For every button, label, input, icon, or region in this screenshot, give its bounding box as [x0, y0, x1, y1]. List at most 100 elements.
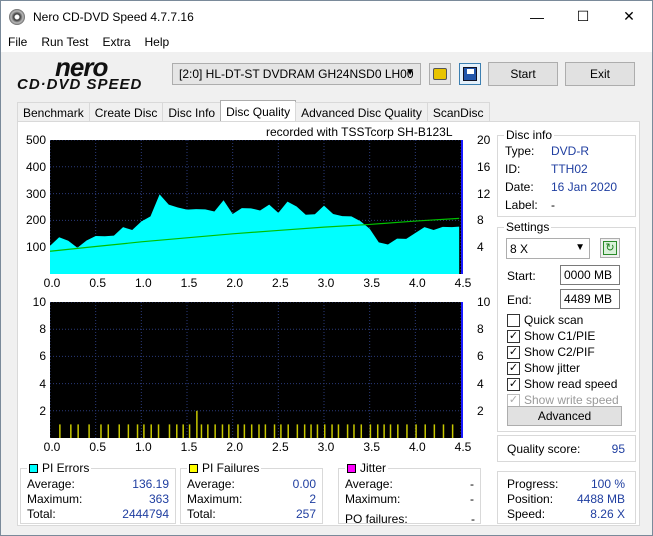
pi-failure-bar — [337, 424, 340, 438]
tab-disc-info[interactable]: Disc Info — [162, 102, 222, 122]
minimize-button[interactable]: — — [514, 1, 560, 32]
checkbox-show-c2-pif[interactable]: ✓ — [507, 346, 520, 359]
maximize-button[interactable]: ☐ — [560, 1, 606, 32]
close-button[interactable]: ✕ — [606, 1, 652, 32]
pi-failure-bar — [143, 424, 145, 438]
chevron-down-icon: ▼ — [405, 67, 415, 78]
pi-failure-bar — [433, 424, 436, 438]
disc-quality-panel: recorded with TSSTcorp SH-B123L 100 200 30… — [17, 121, 640, 526]
y-tick-label: 200 — [25, 213, 46, 228]
speed-value: 8 X — [510, 241, 529, 256]
menu-file[interactable]: File — [1, 35, 34, 49]
end-mb-input[interactable]: 4489 MB — [560, 289, 620, 309]
x-tick-label: 2.0 — [226, 440, 243, 454]
x-tick-label: 3.0 — [317, 276, 335, 290]
tab-scandisc[interactable]: ScanDisc — [426, 102, 490, 122]
pi-failure-bar — [273, 424, 276, 438]
pi-failures-total-label: Total: — [187, 507, 216, 521]
x-tick-label: 1.5 — [180, 440, 198, 454]
pi-failure-bar — [406, 424, 408, 438]
x-tick-label: 4.5 — [454, 440, 472, 454]
pi-errors-title: PI Errors — [42, 461, 90, 475]
pi-failure-bar — [389, 424, 392, 438]
checkbox-label: Show read speed — [524, 377, 618, 391]
x-tick-label: 2.0 — [226, 276, 243, 290]
pi-failure-bar — [221, 424, 224, 438]
drive-select[interactable]: [2:0] HL-DT-ST DVDRAM GH24NSD0 LH00 ▼ — [172, 63, 421, 85]
menu-help[interactable]: Help — [138, 35, 177, 49]
advanced-button[interactable]: Advanced — [507, 406, 622, 426]
pi-failure-bar — [258, 424, 260, 438]
pi-failure-bar — [196, 410, 198, 438]
refresh-speed-button[interactable]: ↻ — [600, 238, 620, 258]
x-tick-label: 1.5 — [180, 276, 198, 290]
start-button[interactable]: Start — [488, 62, 558, 86]
po-failures-value: - — [471, 512, 475, 526]
y-tick-label: 300 — [25, 186, 46, 201]
settings-title: Settings — [504, 220, 552, 234]
y2-tick-label: 2 — [477, 403, 484, 418]
eject-drive-button[interactable] — [429, 63, 451, 85]
menu-run-test[interactable]: Run Test — [34, 35, 95, 49]
pi-failure-bar — [264, 424, 267, 438]
x-tick-label: 2.5 — [271, 440, 289, 454]
pi-failure-bar — [88, 424, 90, 438]
right-margin — [463, 302, 475, 438]
progress-group: Progress: 100 % Position: 4488 MB Speed:… — [497, 471, 636, 524]
x-tick-label: 4.5 — [454, 276, 472, 290]
x-tick-label: 2.5 — [271, 276, 289, 290]
y-tick-label: 10 — [32, 295, 46, 309]
disc-label-value: - — [551, 198, 555, 212]
position-label: Position: — [507, 492, 554, 506]
pi-failure-bar — [376, 424, 379, 438]
y2-tick-label: 16 — [477, 159, 491, 174]
pi-errors-avg-value: 136.19 — [132, 477, 169, 491]
x-tick-label: 1.0 — [134, 276, 152, 290]
tab-disc-quality[interactable]: Disc Quality — [220, 100, 297, 122]
pi-failures-avg-value: 0.00 — [292, 477, 316, 491]
pi-failure-bar — [331, 424, 333, 438]
y2-tick-label: 8 — [477, 213, 484, 228]
title-bar: Nero CD-DVD Speed 4.7.7.16 — ☐ ✕ — [1, 1, 652, 32]
checkbox-show-c1-pie[interactable]: ✓ — [507, 330, 520, 343]
speed-select[interactable]: 8 X ▼ — [506, 238, 590, 259]
checkbox-quick-scan[interactable] — [507, 314, 520, 327]
pi-failure-bar — [118, 424, 120, 438]
pi-failure-bar — [243, 424, 246, 438]
jitter-title: Jitter — [360, 461, 387, 475]
y2-tick-label: 6 — [477, 349, 484, 364]
checkbox-show-jitter[interactable]: ✓ — [507, 362, 520, 375]
pi-failures-group: PI Failures Average: 0.00 Maximum: 2 Tot… — [180, 461, 323, 524]
chart-title: recorded with TSSTcorp SH-B123L — [266, 125, 453, 139]
checkbox-label: Show C1/PIE — [524, 329, 596, 343]
checkbox-show-read-speed[interactable]: ✓ — [507, 378, 520, 391]
tab-advanced-disc-quality[interactable]: Advanced Disc Quality — [295, 102, 428, 122]
save-button[interactable] — [459, 63, 481, 85]
pi-failures-title: PI Failures — [202, 461, 260, 475]
disc-id-label: ID: — [505, 162, 521, 176]
quality-score-label: Quality score: — [507, 442, 581, 456]
menu-extra[interactable]: Extra — [95, 35, 137, 49]
pi-failure-bar — [346, 424, 349, 438]
position-value: 4488 MB — [576, 492, 625, 506]
pi-failures-total-value: 257 — [295, 507, 316, 521]
jitter-avg-value: - — [470, 477, 474, 491]
jitter-max-label: Maximum: — [345, 492, 401, 506]
tab-create-disc[interactable]: Create Disc — [88, 102, 164, 122]
po-failures-label: PO failures: — [345, 512, 408, 526]
pi-failure-bar — [176, 424, 178, 438]
exit-button[interactable]: Exit — [565, 62, 635, 86]
x-tick-label: 0.0 — [43, 440, 61, 454]
pi-errors-max-value: 363 — [148, 492, 169, 506]
checkbox-label: Show write speed — [524, 393, 619, 407]
start-mb-input[interactable]: 0000 MB — [560, 265, 620, 285]
position-marker — [461, 302, 463, 438]
pi-failure-bar — [296, 424, 299, 438]
pi-failure-bar — [228, 424, 230, 438]
tab-benchmark[interactable]: Benchmark — [17, 102, 90, 122]
pi-errors-group: PI Errors Average: 136.19 Maximum: 363 T… — [20, 461, 176, 524]
pi-errors-total-value: 2444794 — [122, 507, 169, 521]
pi-failure-bar — [310, 424, 312, 438]
pi-failure-bar — [168, 424, 171, 438]
pi-failure-bar — [287, 424, 289, 438]
